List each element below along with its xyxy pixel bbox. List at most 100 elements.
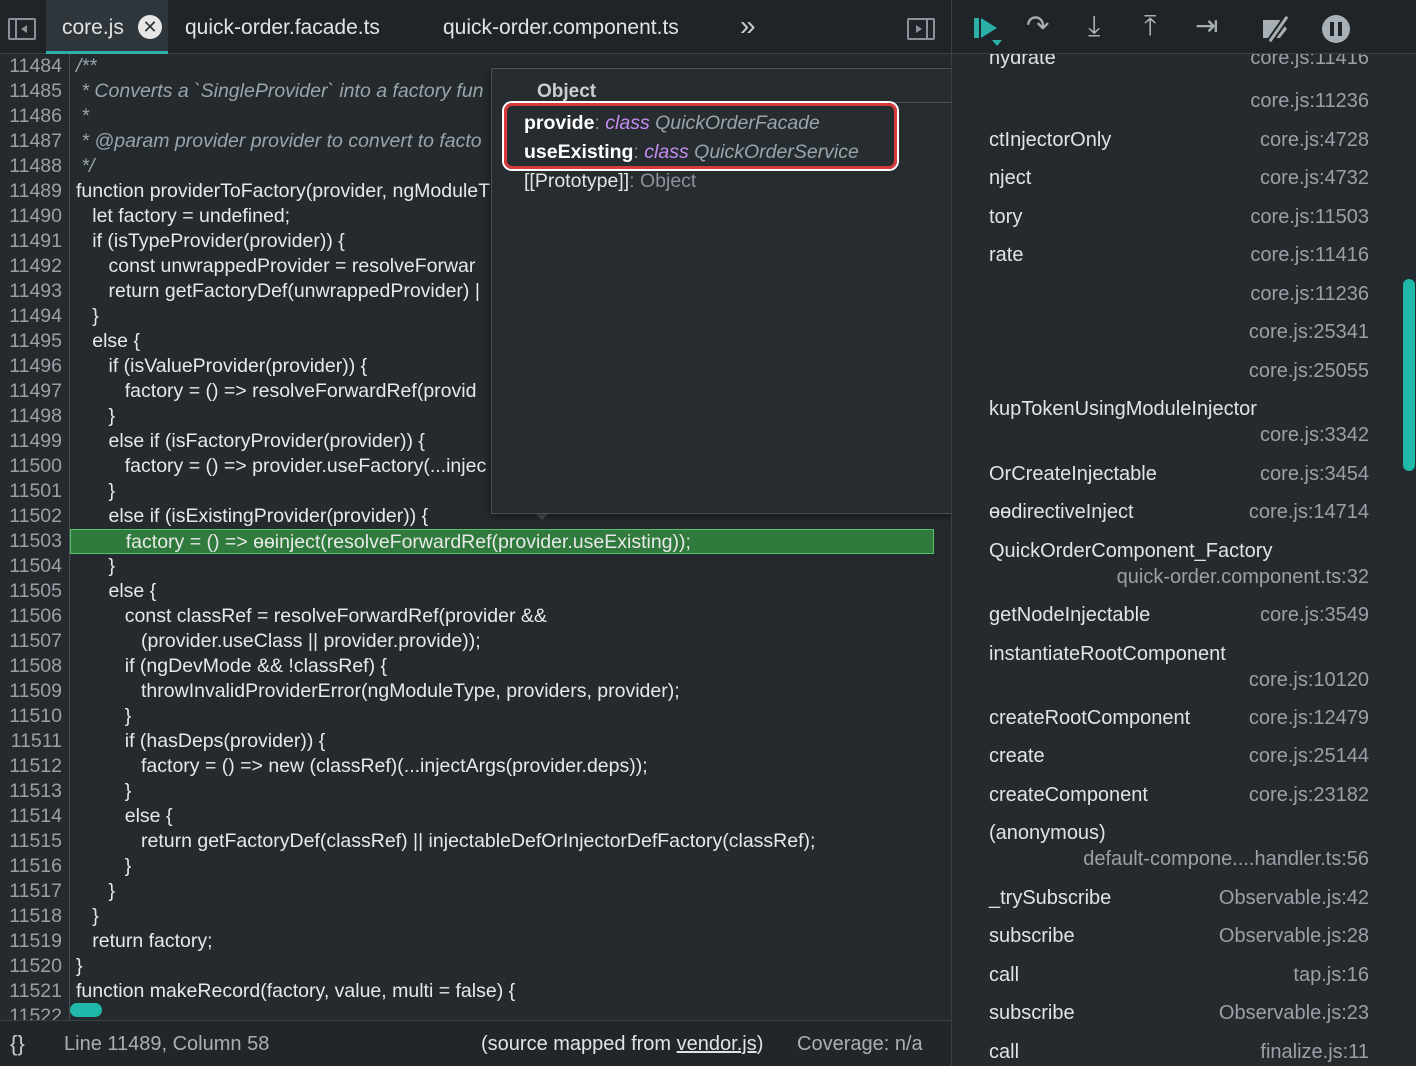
call-frame[interactable]: getNodeInjectable core.js:3549: [952, 601, 1392, 639]
code-line[interactable]: 11516 }: [0, 854, 951, 879]
line-number[interactable]: 11487: [0, 129, 66, 154]
call-frame[interactable]: hydrate core.js:11416: [952, 54, 1392, 82]
line-number[interactable]: 11516: [0, 854, 66, 879]
call-frame[interactable]: createRootComponent core.js:12479: [952, 704, 1392, 742]
line-number[interactable]: 11488: [0, 154, 66, 179]
code-line[interactable]: 11506 const classRef = resolveForwardRef…: [0, 604, 951, 629]
call-frame[interactable]: rate core.js:11416: [952, 241, 1392, 279]
property-row[interactable]: useExisting: class QuickOrderService: [524, 141, 859, 164]
step-over-icon[interactable]: ↷: [1026, 8, 1049, 44]
line-number[interactable]: 11495: [0, 329, 66, 354]
code-line[interactable]: 11505 else {: [0, 579, 951, 604]
call-frame[interactable]: ɵɵdirectiveInject core.js:14714: [952, 498, 1392, 536]
line-number[interactable]: 11494: [0, 304, 66, 329]
call-frame[interactable]: (anonymous) default-compone....handler.ts…: [952, 819, 1392, 883]
call-frame[interactable]: _trySubscribe Observable.js:42: [952, 884, 1392, 922]
line-number[interactable]: 11513: [0, 779, 66, 804]
call-frame[interactable]: core.js:25341: [952, 318, 1392, 356]
call-frame[interactable]: call finalize.js:11: [952, 1038, 1392, 1066]
property-row[interactable]: [[Prototype]]: Object: [524, 170, 696, 193]
line-number[interactable]: 11493: [0, 279, 66, 304]
code-line[interactable]: 11520}: [0, 954, 951, 979]
call-frame[interactable]: tory core.js:11503: [952, 203, 1392, 241]
line-number[interactable]: 11499: [0, 429, 66, 454]
line-number[interactable]: 11514: [0, 804, 66, 829]
code-line[interactable]: 11507 (provider.useClass || provider.pro…: [0, 629, 951, 654]
code-line[interactable]: 11510 }: [0, 704, 951, 729]
code-line[interactable]: 11517 }: [0, 879, 951, 904]
line-number[interactable]: 11503: [0, 529, 66, 554]
line-number[interactable]: 11510: [0, 704, 66, 729]
line-number[interactable]: 11507: [0, 629, 66, 654]
line-number[interactable]: 11485: [0, 79, 66, 104]
line-number[interactable]: 11491: [0, 229, 66, 254]
call-frame[interactable]: kupTokenUsingModuleInjector core.js:3342: [952, 395, 1392, 459]
call-frame[interactable]: core.js:11236: [952, 280, 1392, 318]
line-number[interactable]: 11484: [0, 54, 66, 79]
call-stack-scrollbar[interactable]: [1403, 279, 1415, 471]
mapped-file-link[interactable]: vendor.js: [677, 1033, 757, 1055]
code-line[interactable]: 11519 return factory;: [0, 929, 951, 954]
deactivate-breakpoints-icon[interactable]: [1263, 16, 1295, 42]
code-line[interactable]: 11515 return getFactoryDef(classRef) || …: [0, 829, 951, 854]
call-frame[interactable]: subscribe Observable.js:23: [952, 999, 1392, 1037]
line-number[interactable]: 11489: [0, 179, 66, 204]
code-line[interactable]: 11504 }: [0, 554, 951, 579]
step-into-icon[interactable]: ⤓: [1088, 8, 1100, 44]
toggle-navigator-icon[interactable]: [8, 18, 36, 40]
code-line[interactable]: 11513 }: [0, 779, 951, 804]
line-number[interactable]: 11519: [0, 929, 66, 954]
line-number[interactable]: 11500: [0, 454, 66, 479]
code-line[interactable]: 11503 factory = () => ɵɵinject(resolveFo…: [0, 529, 951, 554]
call-frame[interactable]: OrCreateInjectable core.js:3454: [952, 460, 1392, 498]
line-number[interactable]: 11497: [0, 379, 66, 404]
horizontal-scroll-thumb[interactable]: [70, 1003, 102, 1017]
tab-quick-order-facade[interactable]: quick-order.facade.ts: [185, 0, 380, 54]
call-frame[interactable]: createComponent core.js:23182: [952, 781, 1392, 819]
line-number[interactable]: 11509: [0, 679, 66, 704]
call-frame[interactable]: QuickOrderComponent_Factory quick-order.c…: [952, 537, 1392, 601]
code-line[interactable]: 11518 }: [0, 904, 951, 929]
line-number[interactable]: 11515: [0, 829, 66, 854]
line-number[interactable]: 11496: [0, 354, 66, 379]
line-number[interactable]: 11486: [0, 104, 66, 129]
tab-core-js[interactable]: core.js ✕: [46, 0, 168, 54]
pretty-print-icon[interactable]: {}: [10, 1021, 25, 1066]
call-frame[interactable]: nject core.js:4732: [952, 164, 1392, 202]
code-line[interactable]: 11514 else {: [0, 804, 951, 829]
line-number[interactable]: 11502: [0, 504, 66, 529]
call-frame[interactable]: call tap.js:16: [952, 961, 1392, 999]
line-number[interactable]: 11492: [0, 254, 66, 279]
line-number[interactable]: 11490: [0, 204, 66, 229]
line-number[interactable]: 11521: [0, 979, 66, 1004]
line-number[interactable]: 11498: [0, 404, 66, 429]
more-tabs-icon[interactable]: »: [740, 10, 756, 42]
code-line[interactable]: 11509 throwInvalidProviderError(ngModule…: [0, 679, 951, 704]
close-tab-icon[interactable]: ✕: [138, 15, 162, 39]
call-frame[interactable]: create core.js:25144: [952, 742, 1392, 780]
call-frame[interactable]: instantiateRootComponent core.js:10120: [952, 640, 1392, 704]
line-number[interactable]: 11504: [0, 554, 66, 579]
line-number[interactable]: 11508: [0, 654, 66, 679]
code-line[interactable]: 11512 factory = () => new (classRef)(...…: [0, 754, 951, 779]
line-number[interactable]: 11518: [0, 904, 66, 929]
line-number[interactable]: 11501: [0, 479, 66, 504]
line-number[interactable]: 11506: [0, 604, 66, 629]
step-out-icon[interactable]: ⤒: [1144, 8, 1156, 44]
step-icon[interactable]: ⇥: [1195, 8, 1218, 44]
call-frame[interactable]: ctInjectorOnly core.js:4728: [952, 126, 1392, 164]
call-frame[interactable]: core.js:11236: [952, 87, 1392, 125]
code-line[interactable]: 11508 if (ngDevMode && !classRef) {: [0, 654, 951, 679]
call-frame[interactable]: core.js:25055: [952, 357, 1392, 395]
line-number[interactable]: 11511: [0, 729, 66, 754]
toggle-debugger-icon[interactable]: [907, 18, 935, 40]
resume-menu-icon[interactable]: [992, 40, 1002, 46]
property-row[interactable]: provide: class QuickOrderFacade: [524, 112, 820, 135]
code-line[interactable]: 11521 function makeRecord(factory, value,…: [0, 979, 951, 1004]
line-number[interactable]: 11505: [0, 579, 66, 604]
pause-on-exceptions-icon[interactable]: [1322, 15, 1350, 43]
tab-quick-order-component[interactable]: quick-order.component.ts: [443, 0, 679, 54]
code-line[interactable]: 11511 if (hasDeps(provider)) {: [0, 729, 951, 754]
line-number[interactable]: 11512: [0, 754, 66, 779]
line-number[interactable]: 11517: [0, 879, 66, 904]
